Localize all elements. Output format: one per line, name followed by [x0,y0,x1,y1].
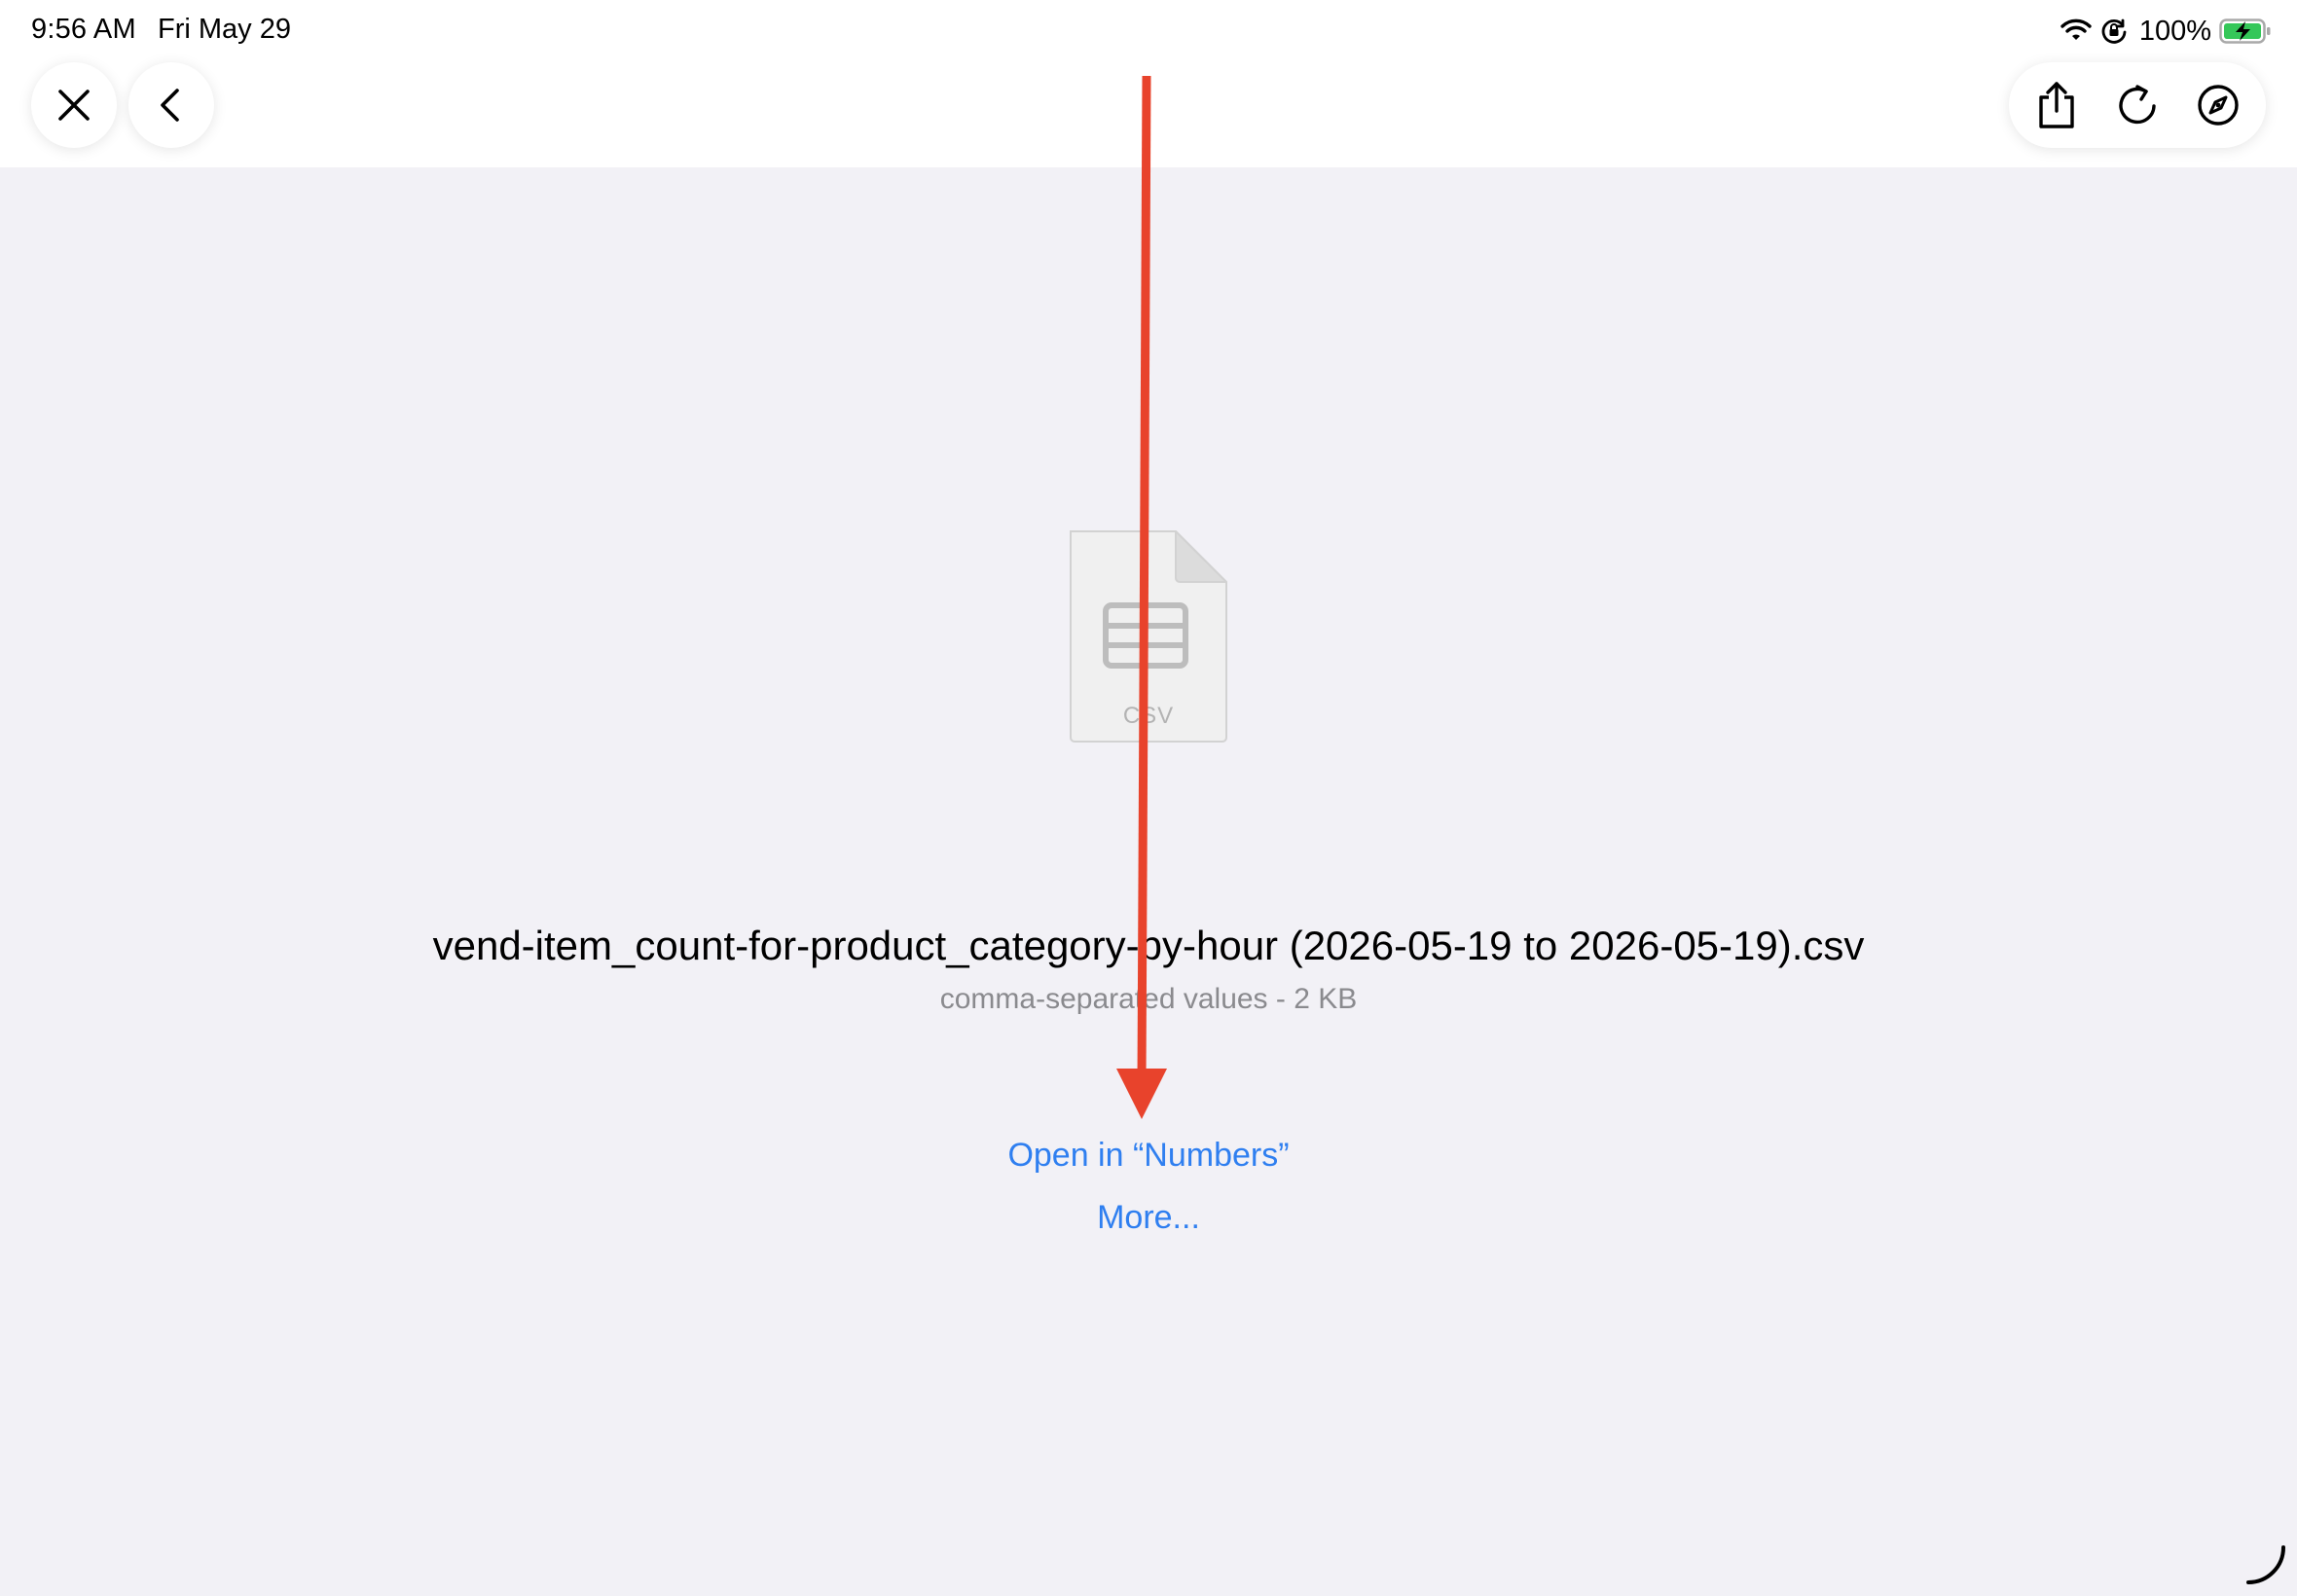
battery-percentage: 100% [2138,15,2211,47]
wifi-icon [2060,18,2092,40]
open-in-numbers-link[interactable]: Open in “Numbers” [0,1137,2297,1175]
file-meta: comma-separated values - 2 KB [939,983,1358,1015]
file-name: vend-item_count-for-product_category-by-… [432,923,1865,968]
close-icon [58,90,90,121]
status-time: 9:56 AM [31,14,136,45]
open-in-safari-button[interactable] [2183,70,2253,140]
csv-file-icon: CSV [1067,527,1230,745]
back-chevron-icon [161,89,179,122]
compass-icon [2197,85,2239,126]
resize-handle-icon[interactable] [2242,1542,2289,1588]
share-button[interactable] [2022,70,2092,140]
reload-icon [2119,85,2156,125]
more-options-link[interactable]: More... [0,1199,2297,1237]
status-bar: 9:56 AM Fri May 29 100% [0,0,2297,62]
status-indicators: 100% [2060,12,2272,51]
reload-button[interactable] [2102,70,2172,140]
orientation-lock-icon [2101,18,2127,44]
file-type-label: CSV [1122,703,1175,729]
back-button[interactable] [128,62,214,148]
battery-charging-icon [2219,18,2271,44]
toolbar-actions-pill [2009,62,2266,148]
share-icon [2039,82,2075,128]
annotation-arrow [1116,75,1167,1119]
status-date: Fri May 29 [158,14,291,45]
close-button[interactable] [31,62,117,148]
